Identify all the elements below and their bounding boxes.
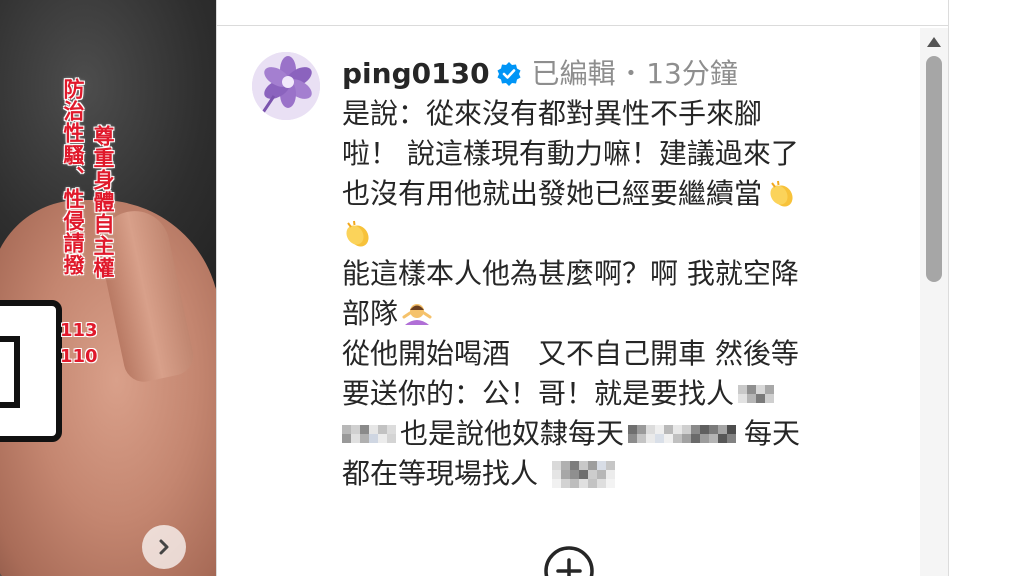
chevron-right-icon bbox=[159, 539, 169, 555]
header-divider bbox=[217, 25, 949, 26]
comment-line: 都在等現場找人 bbox=[342, 454, 882, 494]
person-shrugging-emoji bbox=[402, 299, 432, 329]
comment-line-text: 從他開始喝酒 又不自己開車 然後等 bbox=[342, 337, 799, 370]
comment-line-text: 也是說他奴隸每天 bbox=[400, 417, 625, 450]
censor-mosaic bbox=[628, 425, 737, 443]
clapping-hands-emoji bbox=[342, 219, 372, 249]
comment-line-text: 能這樣本人他為甚麼啊？啊 我就空降 bbox=[342, 257, 799, 290]
edited-label: 已編輯 bbox=[531, 57, 616, 90]
avatar[interactable] bbox=[252, 52, 320, 120]
blank-right-pane bbox=[949, 0, 1024, 576]
comment-line: 也沒有用他就出發她已經要繼續當 bbox=[342, 174, 882, 214]
comment-line-text: 每天 bbox=[744, 417, 801, 450]
panel-divider bbox=[216, 0, 217, 576]
photo-sign-shape bbox=[0, 300, 62, 442]
comment-timestamp[interactable]: 13分鐘 bbox=[646, 54, 738, 94]
screenshot-root: 尊重身體自主權 防治性騷、性侵請撥 113 110 ping0130 已編輯 •… bbox=[0, 0, 1024, 576]
comment-line bbox=[342, 214, 882, 254]
comment-line: 部隊 bbox=[342, 294, 882, 334]
carousel-next-button[interactable] bbox=[142, 525, 186, 569]
meta-separator: • bbox=[625, 63, 637, 84]
censor-mosaic bbox=[342, 425, 396, 443]
comment-line: 是說：從來沒有都對異性不手來腳 bbox=[342, 94, 882, 134]
verified-badge-icon bbox=[496, 61, 522, 87]
overlay-hotline-110: 110 bbox=[60, 346, 98, 367]
comment-line-text: 要送你的：公！哥！就是要找人 bbox=[342, 377, 735, 410]
comment-line-text: 都在等現場找人 bbox=[342, 457, 539, 490]
overlay-text-hotline-prompt: 防治性騷、性侵請撥 bbox=[61, 78, 85, 276]
comment-line: 從他開始喝酒 又不自己開車 然後等 bbox=[342, 334, 882, 374]
avatar-flower-image bbox=[252, 52, 320, 120]
censor-mosaic bbox=[738, 385, 775, 403]
overlay-text-body-autonomy: 尊重身體自主權 bbox=[91, 125, 115, 279]
comment-line: 啦！ 說這樣現有動力嘛！建議過來了 bbox=[342, 134, 882, 174]
comment-line-text: 啦！ 說這樣現有動力嘛！建議過來了 bbox=[342, 137, 799, 170]
comment-line-text: 也沒有用他就出發她已經要繼續當 bbox=[342, 177, 763, 210]
add-comment-button[interactable] bbox=[543, 545, 595, 576]
comment-text: 是說：從來沒有都對異性不手來腳 啦！ 說這樣現有動力嘛！建議過來了 也沒有用他就… bbox=[342, 94, 882, 494]
scrollbar-thumb[interactable] bbox=[926, 56, 942, 282]
username-link[interactable]: ping0130 bbox=[342, 54, 490, 94]
comment-line: 也是說他奴隸每天 每天 bbox=[342, 414, 882, 454]
censor-mosaic bbox=[552, 460, 616, 488]
plus-circle-icon bbox=[544, 546, 594, 576]
comment-line-text: 部隊 bbox=[342, 297, 399, 330]
comment-line: 能這樣本人他為甚麼啊？啊 我就空降 bbox=[342, 254, 882, 294]
clapping-hands-emoji bbox=[766, 179, 796, 209]
triangle-up-icon bbox=[927, 37, 941, 47]
comment-line-text: 是說：從來沒有都對異性不手來腳 bbox=[342, 97, 763, 130]
post-photo[interactable]: 尊重身體自主權 防治性騷、性侵請撥 113 110 bbox=[0, 0, 216, 576]
overlay-hotline-113: 113 bbox=[60, 320, 98, 341]
comment-meta: ping0130 已編輯 • 13分鐘 bbox=[342, 54, 882, 94]
comment-body: ping0130 已編輯 • 13分鐘 是說：從來沒有都對異性不手來腳 啦！ 說… bbox=[342, 54, 882, 494]
scroll-up-button[interactable] bbox=[926, 34, 942, 48]
comment-line: 要送你的：公！哥！就是要找人 bbox=[342, 374, 882, 414]
